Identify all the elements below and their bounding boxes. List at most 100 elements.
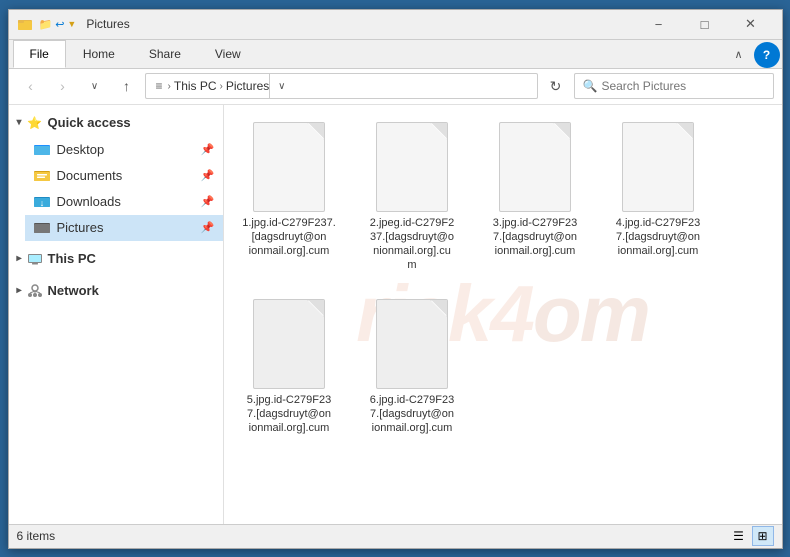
search-icon: 🔍: [583, 79, 598, 93]
tab-file[interactable]: File: [13, 40, 66, 68]
file-page-icon: [622, 122, 694, 212]
file-item[interactable]: 4.jpg.id-C279F237.[dagsdruyt@onionmail.o…: [601, 113, 716, 282]
sidebar-quick-access-children: Desktop 📌 Documents 📌 ↓ Downloads 📌: [9, 137, 223, 241]
title-bar: 📁 ↩ ▼ Pictures − □ ✕: [9, 10, 782, 40]
recent-locations-button[interactable]: ∨: [81, 73, 109, 99]
file-page-corner: [554, 123, 570, 139]
ribbon-tabs: File Home Share View ∧ ?: [9, 40, 782, 68]
network-label: Network: [48, 283, 99, 298]
window-title: Pictures: [86, 17, 129, 31]
search-input[interactable]: [601, 79, 764, 93]
file-page-icon: [376, 122, 448, 212]
address-bar: ‹ › ∨ ↑ ≡ › This PC › Pictures ∨ ↻ 🔍: [9, 69, 782, 105]
file-name: 3.jpg.id-C279F237.[dagsdruyt@onionmail.o…: [493, 216, 577, 259]
list-view-button[interactable]: ☰: [728, 526, 750, 546]
ribbon-expand: ∧ ?: [724, 42, 782, 68]
file-page-corner: [308, 300, 324, 316]
file-thumbnail: [253, 299, 325, 389]
status-count: 6 items: [17, 529, 56, 543]
status-bar: 6 items ☰ ⊞: [9, 524, 782, 548]
path-chevron: ›: [168, 81, 171, 92]
back-button[interactable]: ‹: [17, 73, 45, 99]
file-item[interactable]: 1.jpg.id-C279F237.[dagsdruyt@onionmail.o…: [232, 113, 347, 282]
quick-access-icons: 📁 ↩ ▼: [39, 18, 77, 31]
documents-pin-icon: 📌: [201, 169, 215, 182]
desktop-label: Desktop: [57, 142, 105, 157]
file-thumbnail: [376, 122, 448, 212]
file-page-corner: [677, 123, 693, 139]
path-this-pc[interactable]: This PC: [174, 79, 217, 93]
file-area: risk4om 1.jpg.id-C279F237.[dagsdruyt@oni…: [224, 105, 782, 524]
file-name: 4.jpg.id-C279F237.[dagsdruyt@onionmail.o…: [616, 216, 700, 259]
search-box[interactable]: 🔍: [574, 73, 774, 99]
file-page-corner: [308, 123, 324, 139]
downloads-label: Downloads: [57, 194, 121, 209]
file-page-icon: [376, 299, 448, 389]
svg-text:↓: ↓: [39, 198, 44, 208]
explorer-window: 📁 ↩ ▼ Pictures − □ ✕ File Home Share Vie…: [8, 9, 783, 549]
sidebar-item-documents[interactable]: Documents 📌: [25, 163, 223, 189]
sidebar-item-desktop[interactable]: Desktop 📌: [25, 137, 223, 163]
sidebar-section-quick-access[interactable]: ▾ ⭐ Quick access: [9, 109, 223, 137]
file-page-icon: [499, 122, 571, 212]
help-button[interactable]: ?: [754, 42, 780, 68]
documents-icon: [33, 167, 51, 185]
pictures-icon: [33, 219, 51, 237]
star-icon: ⭐: [26, 114, 44, 132]
file-page-corner: [431, 123, 447, 139]
forward-button[interactable]: ›: [49, 73, 77, 99]
tab-share[interactable]: Share: [132, 40, 198, 68]
file-item[interactable]: 6.jpg.id-C279F237.[dagsdruyt@onionmail.o…: [355, 290, 470, 445]
title-bar-left: 📁 ↩ ▼ Pictures: [17, 16, 130, 32]
file-thumbnail: [253, 122, 325, 212]
desktop-folder-icon: [33, 141, 51, 159]
pictures-label: Pictures: [57, 220, 104, 235]
expand-ribbon-button[interactable]: ∧: [724, 42, 754, 68]
file-thumbnail: [376, 299, 448, 389]
file-name: 6.jpg.id-C279F237.[dagsdruyt@onionmail.o…: [370, 393, 454, 436]
file-page-icon: [253, 299, 325, 389]
file-thumbnail: [499, 122, 571, 212]
folder-icon: [17, 16, 33, 32]
ribbon: File Home Share View ∧ ?: [9, 40, 782, 69]
tab-view[interactable]: View: [198, 40, 258, 68]
this-pc-label: This PC: [48, 251, 96, 266]
view-buttons: ☰ ⊞: [728, 526, 774, 546]
address-path[interactable]: ≡ › This PC › Pictures ∨: [145, 73, 538, 99]
files-grid: 1.jpg.id-C279F237.[dagsdruyt@onionmail.o…: [232, 113, 774, 445]
file-item[interactable]: 2.jpeg.id-C279F237.[dagsdruyt@onionmail.…: [355, 113, 470, 282]
sidebar-section-network[interactable]: ▸ Network: [9, 277, 223, 305]
minimize-button[interactable]: −: [636, 9, 682, 39]
computer-icon: [26, 250, 44, 268]
sidebar: ▾ ⭐ Quick access Desktop 📌 Document: [9, 105, 224, 524]
maximize-button[interactable]: □: [682, 9, 728, 39]
documents-label: Documents: [57, 168, 123, 183]
file-name: 1.jpg.id-C279F237.[dagsdruyt@onionmail.o…: [242, 216, 336, 259]
up-button[interactable]: ↑: [113, 73, 141, 99]
file-thumbnail: [622, 122, 694, 212]
file-page-icon: [253, 122, 325, 212]
downloads-pin-icon: 📌: [201, 195, 215, 208]
pictures-pin-icon: 📌: [201, 221, 215, 234]
desktop-pin-icon: 📌: [201, 143, 215, 156]
sidebar-item-downloads[interactable]: ↓ Downloads 📌: [25, 189, 223, 215]
file-name: 5.jpg.id-C279F237.[dagsdruyt@onionmail.o…: [247, 393, 331, 436]
main-content: ▾ ⭐ Quick access Desktop 📌 Document: [9, 105, 782, 524]
path-chevron-2: ›: [220, 81, 223, 92]
file-item[interactable]: 3.jpg.id-C279F237.[dagsdruyt@onionmail.o…: [478, 113, 593, 282]
quick-access-label: Quick access: [48, 115, 131, 130]
downloads-icon: ↓: [33, 193, 51, 211]
file-item[interactable]: 5.jpg.id-C279F237.[dagsdruyt@onionmail.o…: [232, 290, 347, 445]
file-name: 2.jpeg.id-C279F237.[dagsdruyt@onionmail.…: [370, 216, 454, 273]
file-page-corner: [431, 300, 447, 316]
refresh-button[interactable]: ↻: [542, 73, 570, 99]
grid-view-button[interactable]: ⊞: [752, 526, 774, 546]
network-icon: [26, 282, 44, 300]
sidebar-item-pictures[interactable]: Pictures 📌: [25, 215, 223, 241]
close-button[interactable]: ✕: [728, 9, 774, 39]
tab-home[interactable]: Home: [66, 40, 132, 68]
path-separator: ≡: [156, 79, 163, 93]
address-dropdown[interactable]: ∨: [269, 73, 293, 99]
sidebar-section-this-pc[interactable]: ▸ This PC: [9, 245, 223, 273]
path-pictures[interactable]: Pictures: [226, 79, 269, 93]
